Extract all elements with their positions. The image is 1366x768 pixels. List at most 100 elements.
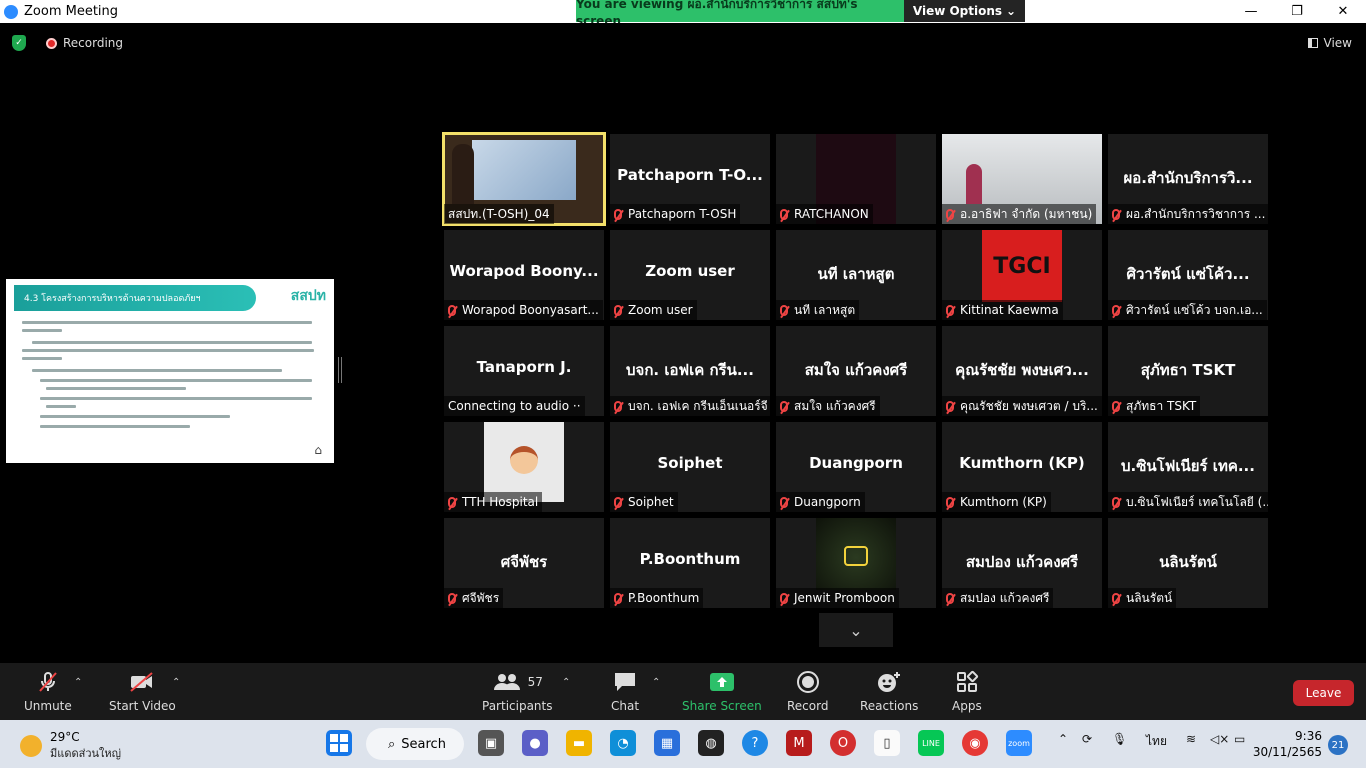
app-shield-icon[interactable]: ◍: [698, 730, 724, 756]
start-video-button[interactable]: Start Video: [109, 669, 176, 713]
notepad-icon[interactable]: ▯: [874, 730, 900, 756]
view-button[interactable]: View: [1307, 36, 1352, 50]
participant-name: P.Boonthum: [628, 591, 700, 605]
participant-tile[interactable]: นลินรัตน์ นลินรัตน์: [1108, 518, 1268, 608]
participant-tile[interactable]: ศิวารัตน์ แซ่โค้ว... ศิวารัตน์ แซ่โค้ว บจ…: [1108, 230, 1268, 320]
zoom-app-icon[interactable]: zoom: [1006, 730, 1032, 756]
participant-name: TTH Hospital: [462, 495, 539, 509]
participant-tile[interactable]: บ.ซินโฟเนียร์ เทค... บ.ซินโฟเนียร์ เทคโนโ…: [1108, 422, 1268, 512]
participant-tile[interactable]: สุภัทธา TSKT สุภัทธา TSKT: [1108, 326, 1268, 416]
muted-mic-icon: [946, 304, 954, 316]
participant-name-label: Jenwit Promboon: [776, 588, 899, 608]
muted-mic-icon: [614, 400, 622, 412]
participant-name: อ.อาธิฟา จำกัด (มหาชน): [960, 206, 1093, 221]
wifi-icon[interactable]: ≋: [1186, 732, 1196, 746]
audio-options-caret-icon[interactable]: ⌃: [74, 677, 82, 688]
shared-screen[interactable]: 4.3 โครงสร้างการบริหารด้านความปลอดภัยฯ ส…: [6, 279, 334, 463]
participant-tile[interactable]: สสปท.(T-OSH)_04: [442, 132, 606, 226]
microphone-tray-icon[interactable]: 🎙: [1112, 732, 1127, 746]
line-app-icon[interactable]: LINE: [918, 730, 944, 756]
participant-tile[interactable]: นที เลาหสูต นที เลาหสูต: [776, 230, 936, 320]
chrome-browser-icon[interactable]: ◉: [962, 730, 988, 756]
participants-options-caret-icon[interactable]: ⌃: [562, 677, 570, 688]
opera-browser-icon[interactable]: O: [830, 730, 856, 756]
windows-start-icon[interactable]: [326, 730, 352, 756]
sync-icon[interactable]: ⟳: [1082, 732, 1092, 746]
participant-tile[interactable]: ผอ.สำนักบริการวิ... ผอ.สำนักบริการวิชาการ…: [1108, 134, 1268, 224]
participant-tile[interactable]: P.Boonthum P.Boonthum: [610, 518, 770, 608]
slide-text-line: [40, 397, 312, 400]
participant-name-label: สมใจ แก้วคงศรี: [776, 396, 880, 416]
participant-name: นที เลาหสูต: [794, 302, 856, 317]
muted-mic-icon: [1112, 400, 1120, 412]
participant-name-label: สุภัทธา TSKT: [1108, 396, 1201, 416]
participant-display-name: ศิวารัตน์ แซ่โค้ว...: [1126, 265, 1250, 283]
participant-tile[interactable]: Patchaporn T-O... Patchaporn T-OSH: [610, 134, 770, 224]
participant-name: Zoom user: [628, 303, 693, 317]
participant-tile[interactable]: Jenwit Promboon: [776, 518, 936, 608]
participants-button[interactable]: 57 Participants: [482, 669, 553, 713]
participant-tile[interactable]: ศจีพัชร ศจีพัชร: [444, 518, 604, 608]
participant-tile[interactable]: คุณรัชชัย พงษเศว... คุณรัชชัย พงษเศวต / บ…: [942, 326, 1102, 416]
gallery-next-page-button[interactable]: ⌄: [819, 613, 893, 647]
taskbar-clock[interactable]: 9:36 30/11/2565: [1253, 728, 1322, 760]
participant-tile[interactable]: Kumthorn (KP) Kumthorn (KP): [942, 422, 1102, 512]
participant-display-name: คุณรัชชัย พงษเศว...: [955, 361, 1089, 379]
participant-display-name: Tanaporn J.: [476, 358, 572, 376]
participant-name: Patchaporn T-OSH: [628, 207, 737, 221]
participant-tile[interactable]: Duangporn Duangporn: [776, 422, 936, 512]
task-view-icon[interactable]: ▣: [478, 730, 504, 756]
battery-icon[interactable]: ▭: [1234, 732, 1245, 746]
participant-name-label: TTH Hospital: [444, 492, 543, 512]
apps-button[interactable]: Apps: [952, 669, 982, 713]
taskbar-search[interactable]: ⌕ Search: [366, 728, 464, 760]
tray-overflow-icon[interactable]: ⌃: [1058, 732, 1068, 746]
participant-name-label: P.Boonthum: [610, 588, 704, 608]
volume-muted-icon[interactable]: ◁×: [1210, 732, 1229, 746]
meeting-toolbar: Unmute ⌃ Start Video ⌃ 57 Participants ⌃…: [0, 663, 1366, 720]
edge-browser-icon[interactable]: ◔: [610, 730, 636, 756]
minimize-button[interactable]: —: [1228, 0, 1274, 23]
mcafee-icon[interactable]: M: [786, 730, 812, 756]
notification-badge[interactable]: 21: [1328, 735, 1348, 755]
zoom-logo-icon: [4, 4, 18, 19]
file-explorer-icon[interactable]: ▬: [566, 730, 592, 756]
participant-name: บจก. เอฟเค กรีนเอ็นเนอร์จี: [628, 398, 768, 413]
participant-tile[interactable]: Tanaporn J. Connecting to audio ··: [444, 326, 604, 416]
recording-indicator[interactable]: Recording: [46, 36, 123, 50]
participant-tile[interactable]: TTH Hospital: [444, 422, 604, 512]
help-icon[interactable]: ?: [742, 730, 768, 756]
participant-tile[interactable]: TGCI Kittinat Kaewma: [942, 230, 1102, 320]
video-options-caret-icon[interactable]: ⌃: [172, 677, 180, 688]
chat-options-caret-icon[interactable]: ⌃: [652, 677, 660, 688]
participant-display-name: Duangporn: [809, 454, 903, 472]
participant-tile[interactable]: สมปอง แก้วคงศรี สมปอง แก้วคงศรี: [942, 518, 1102, 608]
participant-tile[interactable]: Worapod Boony... Worapod Boonyasart...: [444, 230, 604, 320]
participant-tile[interactable]: Zoom user Zoom user: [610, 230, 770, 320]
microsoft-store-icon[interactable]: ▦: [654, 730, 680, 756]
muted-mic-icon: [946, 400, 954, 412]
participant-tile[interactable]: บจก. เอฟเค กรีน... บจก. เอฟเค กรีนเอ็นเนอ…: [610, 326, 770, 416]
leave-button[interactable]: Leave: [1293, 680, 1354, 706]
slide-text-line: [22, 321, 312, 324]
participant-tile[interactable]: Soiphet Soiphet: [610, 422, 770, 512]
participant-tile[interactable]: สมใจ แก้วคงศรี สมใจ แก้วคงศรี: [776, 326, 936, 416]
participant-tile[interactable]: RATCHANON: [776, 134, 936, 224]
split-drag-handle[interactable]: [338, 357, 342, 383]
security-shield-icon[interactable]: ✓: [12, 35, 26, 51]
record-button[interactable]: Record: [787, 669, 828, 713]
chat-button[interactable]: Chat: [611, 669, 639, 713]
unmute-label: Unmute: [24, 699, 72, 713]
language-indicator[interactable]: ไทย: [1146, 732, 1167, 751]
maximize-button[interactable]: ❐: [1274, 0, 1320, 23]
unmute-button[interactable]: Unmute: [24, 669, 72, 713]
weather-widget[interactable]: 29°C มีแดดส่วนใหญ่: [20, 730, 121, 762]
close-button[interactable]: ✕: [1320, 0, 1366, 23]
share-screen-button[interactable]: Share Screen: [682, 669, 762, 713]
reactions-button[interactable]: Reactions: [860, 669, 918, 713]
participant-tile[interactable]: อ.อาธิฟา จำกัด (มหาชน): [942, 134, 1102, 224]
view-options-button[interactable]: View Options ⌄: [904, 0, 1025, 22]
share-screen-icon: [709, 669, 735, 695]
participant-name: RATCHANON: [794, 207, 869, 221]
teams-chat-icon[interactable]: ●: [522, 730, 548, 756]
